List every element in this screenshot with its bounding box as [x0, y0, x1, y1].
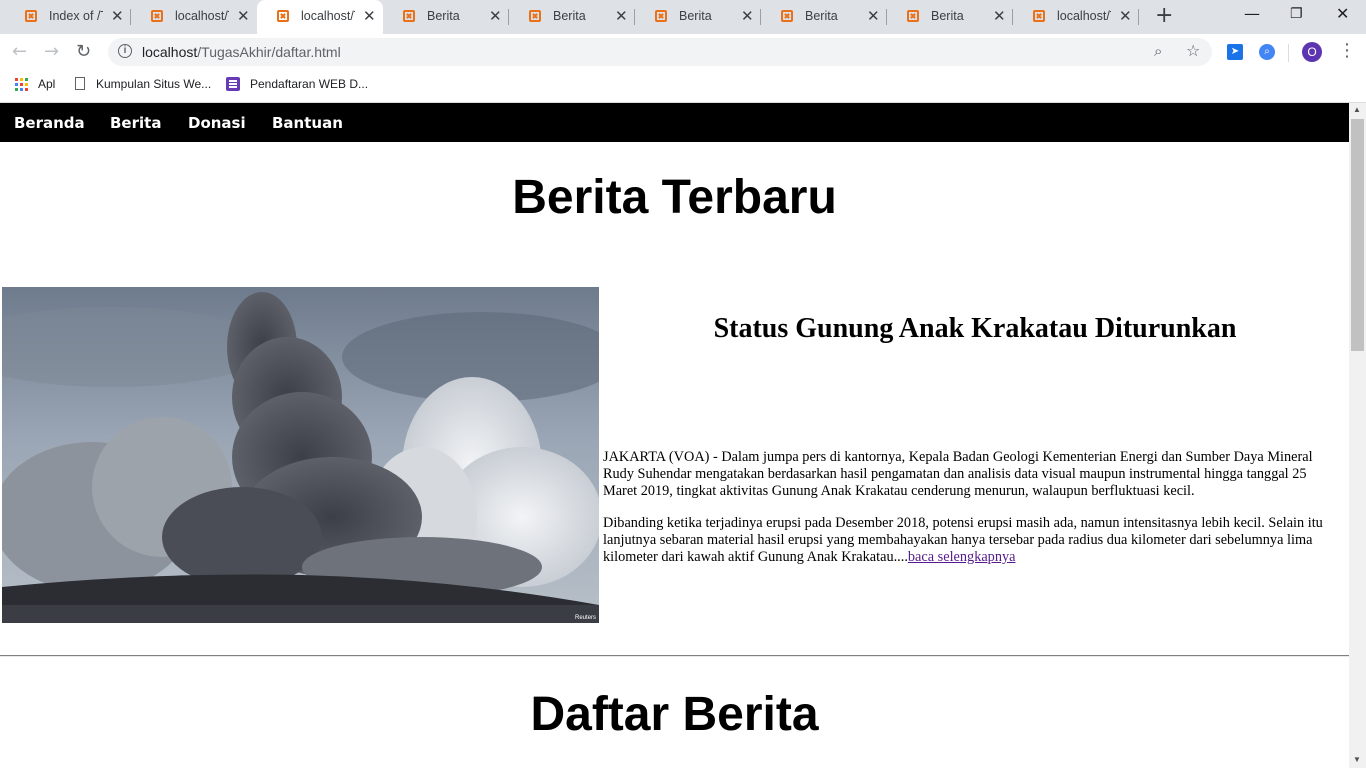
zoom-magnifier-icon[interactable]: ⌕	[1154, 42, 1162, 60]
tab-title: Index of /Tu	[49, 9, 103, 23]
news-photo-volcano: Reuters	[2, 287, 599, 623]
xampp-favicon-icon	[151, 10, 163, 22]
tab-title: localhost/Tu	[1057, 9, 1111, 23]
close-tab-icon[interactable]: ✕	[615, 7, 628, 25]
tab-title: Berita	[931, 9, 964, 23]
minimize-icon[interactable]: —	[1244, 4, 1260, 23]
close-tab-icon[interactable]: ✕	[111, 7, 124, 25]
close-tab-icon[interactable]: ✕	[867, 7, 880, 25]
browser-tab[interactable]: Index of /Tu ✕	[5, 0, 131, 34]
new-tab-plus-icon[interactable]: +	[1155, 3, 1173, 28]
bookmark-apps[interactable]: Apl	[38, 77, 55, 91]
reload-icon[interactable]: ↻	[76, 41, 91, 62]
xampp-favicon-icon	[403, 10, 415, 22]
scroll-down-arrow-icon[interactable]: ▼	[1353, 755, 1361, 764]
image-credit: Reuters	[574, 615, 596, 621]
nav-link-donasi[interactable]: Donasi	[188, 114, 246, 132]
read-more-link[interactable]: baca selengkapnya	[908, 549, 1016, 565]
browser-tab[interactable]: Berita ✕	[383, 0, 509, 34]
close-tab-icon[interactable]: ✕	[741, 7, 754, 25]
news-paragraph: JAKARTA (VOA) - Dalam jumpa pers di kant…	[603, 449, 1313, 499]
close-tab-icon[interactable]: ✕	[363, 7, 376, 25]
tab-title: localhost/Tu	[175, 9, 229, 23]
close-tab-icon[interactable]: ✕	[489, 7, 502, 25]
xampp-favicon-icon	[277, 10, 289, 22]
back-arrow-icon[interactable]: ←	[12, 41, 27, 62]
nav-link-berita[interactable]: Berita	[110, 114, 161, 132]
browser-toolbar: ← → ↻ i localhost/TugasAkhir/daftar.html…	[0, 34, 1366, 70]
close-tab-icon[interactable]: ✕	[237, 7, 250, 25]
xampp-favicon-icon	[25, 10, 37, 22]
section-divider	[0, 655, 1349, 657]
address-url[interactable]: localhost/TugasAkhir/daftar.html	[142, 44, 341, 60]
tab-title: localhost/Tu	[301, 9, 355, 23]
extension-icon[interactable]: ➤	[1227, 44, 1243, 60]
browser-tab-active[interactable]: localhost/Tu ✕	[257, 0, 383, 34]
close-tab-icon[interactable]: ✕	[1119, 7, 1132, 25]
browser-tab[interactable]: Berita ✕	[887, 0, 1013, 34]
scroll-up-arrow-icon[interactable]: ▲	[1353, 105, 1361, 114]
browser-tab[interactable]: localhost/Tu ✕	[1013, 0, 1139, 34]
address-bar[interactable]: i localhost/TugasAkhir/daftar.html ⌕ ☆	[108, 38, 1212, 66]
browser-tab[interactable]: localhost/Tu ✕	[131, 0, 257, 34]
close-window-icon[interactable]: ✕	[1336, 4, 1349, 23]
section-heading-list: Daftar Berita	[530, 688, 819, 741]
news-paragraph: Dibanding ketika terjadinya erupsi pada …	[603, 515, 1323, 565]
close-tab-icon[interactable]: ✕	[993, 7, 1006, 25]
restore-window-icon[interactable]: ❐	[1290, 6, 1303, 22]
tab-title: Berita	[805, 9, 838, 23]
forward-arrow-icon[interactable]: →	[44, 41, 59, 62]
xampp-favicon-icon	[781, 10, 793, 22]
nav-link-beranda[interactable]: Beranda	[14, 114, 85, 132]
news-title: Status Gunung Anak Krakatau Diturunkan	[713, 313, 1237, 344]
bookmarks-bar: Apl Kumpulan Situs We... Pendaftaran WEB…	[0, 70, 1366, 103]
tab-title: Berita	[553, 9, 586, 23]
site-navbar: Beranda Berita Donasi Bantuan	[0, 103, 1349, 142]
bookmark-star-icon[interactable]: ☆	[1186, 41, 1200, 60]
browser-tab[interactable]: Berita ✕	[635, 0, 761, 34]
xampp-favicon-icon	[907, 10, 919, 22]
page-icon	[75, 77, 85, 90]
extension-search-icon[interactable]: ⌕	[1259, 44, 1275, 60]
nav-link-bantuan[interactable]: Bantuan	[272, 114, 343, 132]
bookmark-item[interactable]: Pendaftaran WEB D...	[250, 77, 368, 91]
scrollbar-thumb[interactable]	[1351, 119, 1364, 351]
xampp-favicon-icon	[1033, 10, 1045, 22]
xampp-favicon-icon	[655, 10, 667, 22]
section-heading-latest: Berita Terbaru	[512, 171, 837, 224]
site-info-icon[interactable]: i	[118, 44, 132, 58]
tab-strip: Index of /Tu ✕ localhost/Tu ✕ localhost/…	[0, 0, 1366, 34]
page-viewport: Beranda Berita Donasi Bantuan Berita Ter…	[0, 103, 1349, 768]
bookmark-item[interactable]: Kumpulan Situs We...	[96, 77, 211, 91]
google-forms-icon	[226, 77, 240, 91]
page-scrollbar[interactable]: ▲ ▼	[1349, 103, 1366, 768]
volcano-eruption-image	[2, 287, 599, 623]
tab-title: Berita	[679, 9, 712, 23]
apps-grid-icon[interactable]	[15, 78, 29, 92]
tab-title: Berita	[427, 9, 460, 23]
browser-tab[interactable]: Berita ✕	[761, 0, 887, 34]
profile-avatar[interactable]: O	[1302, 42, 1322, 62]
xampp-favicon-icon	[529, 10, 541, 22]
browser-tab[interactable]: Berita ✕	[509, 0, 635, 34]
browser-menu-icon[interactable]: ⋮	[1338, 40, 1356, 61]
